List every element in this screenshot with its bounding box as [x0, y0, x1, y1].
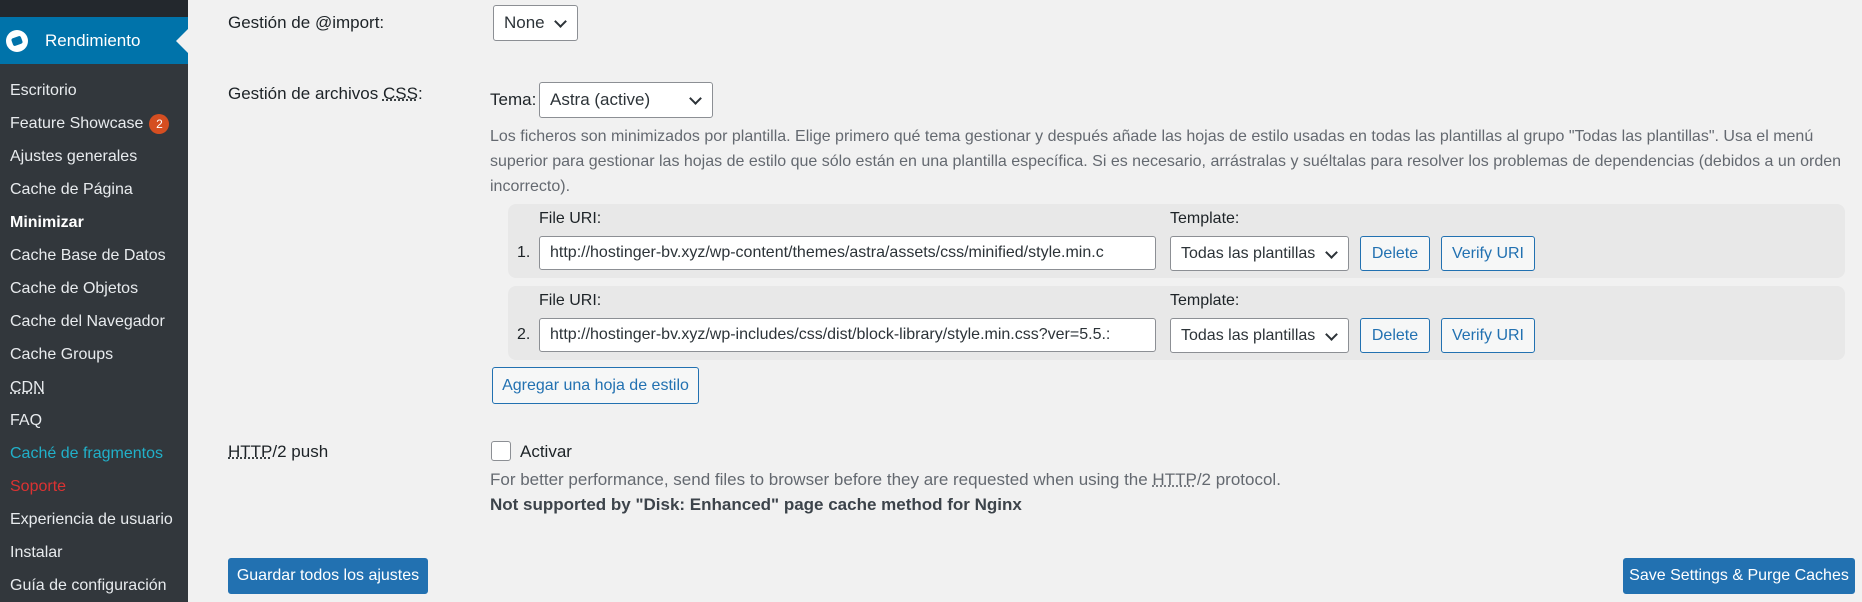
select-value: None: [504, 13, 545, 32]
sidebar-item-feature-showcase[interactable]: Feature Showcase 2: [0, 107, 188, 140]
http-abbr: HTTP: [228, 442, 273, 461]
template-select[interactable]: Todas las plantillas: [1170, 318, 1349, 353]
theme-label: Tema:: [490, 90, 537, 109]
save-and-purge-button[interactable]: Save Settings & Purge Caches: [1623, 558, 1855, 594]
row-number: 2.: [517, 326, 531, 343]
file-uri-input[interactable]: http://hostinger-bv.xyz/wp-includes/css/…: [539, 318, 1156, 352]
sidebar-item-label: CDN: [10, 378, 45, 396]
sidebar-item-label: Cache de Página: [10, 180, 133, 198]
file-uri-label: File URI:: [539, 292, 602, 309]
select-value: Astra (active): [550, 90, 651, 109]
label-text: Gestión de archivos: [228, 84, 383, 103]
http2-push-checkbox-label[interactable]: Activar: [520, 442, 572, 462]
file-uri-input[interactable]: http://hostinger-bv.xyz/wp-content/theme…: [539, 236, 1156, 270]
css-description: Los ficheros son minimizados por plantil…: [490, 128, 1842, 195]
delete-button[interactable]: Delete: [1360, 318, 1430, 353]
sidebar-item-guia-configuracion[interactable]: Guía de configuración: [0, 569, 188, 602]
sidebar-item-experiencia-usuario[interactable]: Experiencia de usuario: [0, 503, 188, 536]
chevron-down-icon: [689, 92, 702, 105]
label-colon: :: [417, 84, 423, 103]
css-management-label: Gestión de archivos CSS:: [228, 84, 423, 104]
sidebar-menu-rendimiento[interactable]: Rendimiento: [0, 17, 188, 64]
chevron-down-icon: [1325, 246, 1338, 259]
label-text: /2 push: [272, 442, 329, 461]
css-file-row[interactable]: 2. File URI: Template: http://hostinger-…: [508, 286, 1845, 360]
file-uri-label: File URI:: [539, 210, 602, 227]
sidebar-item-cache-pagina[interactable]: Cache de Página: [0, 173, 188, 206]
template-label: Template:: [1170, 292, 1240, 309]
template-label: Template:: [1170, 210, 1240, 227]
verify-uri-button[interactable]: Verify URI: [1441, 318, 1535, 353]
note-text: For better performance, send files to br…: [490, 470, 1153, 489]
sidebar-submenu: Escritorio Feature Showcase 2 Ajustes gen…: [0, 64, 188, 602]
current-menu-arrow: [176, 28, 188, 53]
select-value: Todas las plantillas: [1181, 326, 1316, 344]
row-number: 1.: [517, 244, 531, 261]
settings-main: Gestión de @import: None Gestión de arch…: [188, 0, 1862, 602]
theme-select[interactable]: Astra (active): [539, 82, 713, 118]
css-file-row[interactable]: 1. File URI: Template: http://hostinger-…: [508, 204, 1845, 278]
sidebar-item-label: Caché de fragmentos: [10, 444, 163, 462]
http2-push-checkbox[interactable]: [491, 441, 511, 461]
save-all-settings-button[interactable]: Guardar todos los ajustes: [228, 558, 428, 594]
note-text: /2 protocol.: [1196, 470, 1281, 489]
nginx-warning: Not supported by "Disk: Enhanced" page c…: [490, 495, 1022, 514]
sidebar-item-label: Cache de Objetos: [10, 279, 139, 297]
delete-button[interactable]: Delete: [1360, 236, 1430, 271]
sidebar-item-label: Feature Showcase: [10, 114, 144, 132]
http2-push-label: HTTP/2 push: [228, 442, 328, 462]
sidebar-menu-label: Rendimiento: [45, 30, 141, 50]
sidebar-item-minimizar[interactable]: Minimizar: [0, 206, 188, 239]
sidebar-item-instalar[interactable]: Instalar: [0, 536, 188, 569]
performance-icon: [6, 29, 28, 52]
sidebar-top-strip: [0, 0, 188, 17]
sidebar-item-label: FAQ: [10, 411, 43, 429]
sidebar-item-soporte[interactable]: Soporte: [0, 470, 188, 503]
import-management-select[interactable]: None: [493, 5, 578, 41]
sidebar-item-cdn[interactable]: CDN: [0, 371, 188, 404]
http-abbr: HTTP: [1152, 470, 1197, 489]
sidebar-item-label: Instalar: [10, 543, 63, 561]
sidebar-item-cache-navegador[interactable]: Cache del Navegador: [0, 305, 188, 338]
sidebar-item-label: Cache Base de Datos: [10, 246, 166, 264]
sidebar-item-cache-base-datos[interactable]: Cache Base de Datos: [0, 239, 188, 272]
template-select[interactable]: Todas las plantillas: [1170, 236, 1349, 271]
sidebar-item-ajustes-generales[interactable]: Ajustes generales: [0, 140, 188, 173]
add-stylesheet-button[interactable]: Agregar una hoja de estilo: [492, 367, 699, 404]
sidebar-item-label: Ajustes generales: [10, 147, 138, 165]
verify-uri-button[interactable]: Verify URI: [1441, 236, 1535, 271]
sidebar-item-label: Cache Groups: [10, 345, 114, 363]
css-abbr: CSS: [382, 84, 418, 103]
chevron-down-icon: [554, 15, 567, 28]
sidebar-item-cache-objetos[interactable]: Cache de Objetos: [0, 272, 188, 305]
sidebar-item-faq[interactable]: FAQ: [0, 404, 188, 437]
chevron-down-icon: [1325, 328, 1338, 341]
sidebar-item-label: Experiencia de usuario: [10, 510, 173, 528]
sidebar-item-label: Minimizar: [10, 213, 84, 231]
admin-sidebar: Rendimiento Escritorio Feature Showcase 2…: [0, 0, 188, 602]
select-value: Todas las plantillas: [1181, 244, 1316, 262]
sidebar-item-label: Soporte: [10, 477, 67, 495]
sidebar-item-cache-groups[interactable]: Cache Groups: [0, 338, 188, 371]
import-management-label: Gestión de @import:: [228, 13, 385, 32]
http2-note: For better performance, send files to br…: [490, 470, 1281, 490]
sidebar-item-label: Escritorio: [10, 81, 77, 99]
sidebar-item-cache-fragmentos[interactable]: Caché de fragmentos: [0, 437, 188, 470]
update-count-badge: 2: [149, 113, 170, 134]
sidebar-item-label: Cache del Navegador: [10, 312, 165, 330]
sidebar-item-escritorio[interactable]: Escritorio: [0, 74, 188, 107]
sidebar-item-label: Guía de configuración: [10, 576, 167, 594]
